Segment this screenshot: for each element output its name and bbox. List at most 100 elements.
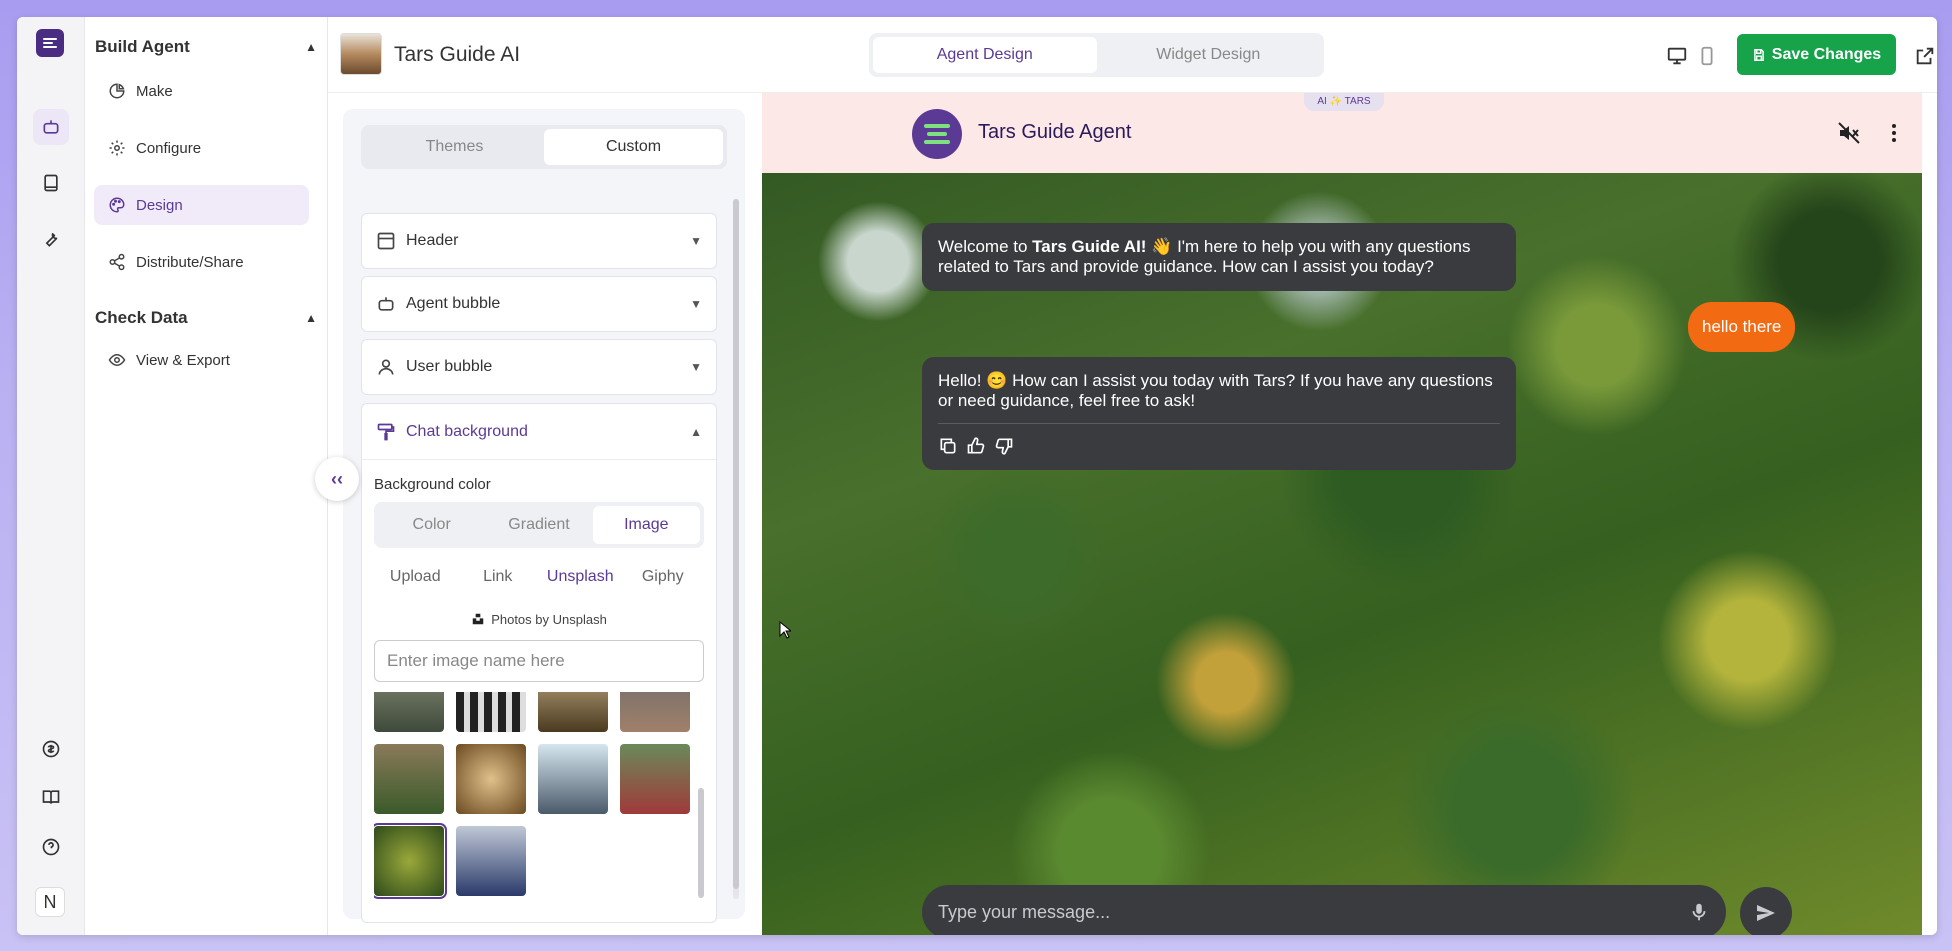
app-window: N Build Agent ▲ Make Configure Design Di…: [17, 17, 1937, 935]
image-thumb[interactable]: [620, 692, 690, 732]
app-logo-icon[interactable]: [36, 29, 64, 57]
bot-avatar-icon: [912, 109, 962, 159]
image-grid: [374, 692, 704, 918]
build-agent-section[interactable]: Build Agent ▲: [95, 34, 317, 60]
background-mode-toggle: Color Gradient Image: [374, 502, 704, 548]
source-upload[interactable]: Upload: [374, 562, 457, 592]
sidebar-item-label: Distribute/Share: [136, 253, 244, 271]
sidebar-item-label: View & Export: [136, 351, 230, 369]
mode-color[interactable]: Color: [378, 506, 485, 544]
user-icon: [378, 359, 394, 375]
credit-text: Photos by Unsplash: [491, 612, 607, 627]
image-thumb[interactable]: [538, 692, 608, 732]
agent-title: Tars Guide AI: [394, 43, 521, 66]
accordion-header[interactable]: Header ▼: [361, 213, 717, 269]
copy-icon[interactable]: [938, 436, 958, 456]
accordion-chat-background-header[interactable]: Chat background ▲: [362, 404, 716, 460]
image-thumb-selected[interactable]: [374, 823, 447, 899]
source-link[interactable]: Link: [457, 562, 540, 592]
mobile-icon[interactable]: [1696, 45, 1718, 67]
agent-thumbnail: [340, 33, 382, 75]
accordion-agent-bubble[interactable]: Agent bubble ▼: [361, 276, 717, 332]
external-link-icon[interactable]: [1914, 45, 1936, 67]
sidebar-item-label: Make: [136, 82, 173, 100]
message-input[interactable]: [938, 901, 1688, 923]
mode-image[interactable]: Image: [592, 506, 700, 544]
message-text: Welcome to: [938, 237, 1033, 256]
desktop-icon[interactable]: [1666, 45, 1688, 67]
sidebar: Build Agent ▲ Make Configure Design Dist…: [85, 17, 328, 935]
message-composer: [922, 885, 1726, 935]
image-thumb[interactable]: [456, 692, 526, 732]
gear-icon: [109, 140, 125, 156]
sidebar-item-configure[interactable]: Configure: [94, 128, 309, 168]
docs-icon[interactable]: [33, 779, 69, 815]
image-thumb[interactable]: [374, 692, 444, 732]
accordion-label: Header: [406, 232, 459, 249]
thumbs-down-icon[interactable]: [994, 436, 1014, 456]
image-search-input[interactable]: [374, 640, 704, 682]
save-icon: [1753, 48, 1764, 61]
chevron-down-icon: ▼: [690, 297, 702, 311]
send-button[interactable]: [1740, 887, 1792, 935]
robot-icon: [378, 297, 394, 311]
mode-gradient[interactable]: Gradient: [485, 506, 592, 544]
double-chevron-left-icon: ‹‹: [331, 468, 343, 489]
billing-icon[interactable]: [33, 731, 69, 767]
tab-agent-design[interactable]: Agent Design: [873, 37, 1097, 73]
chat-header: AI ✨ TARS Tars Guide Agent: [762, 93, 1922, 173]
sidebar-item-label: Design: [136, 196, 183, 214]
bot-name: Tars Guide Agent: [978, 121, 1132, 143]
settings-panel: Themes Custom Header ▼ Agent bubble ▼ Us…: [343, 109, 745, 923]
sidebar-item-make[interactable]: Make: [94, 71, 309, 111]
chevron-down-icon: ▼: [690, 234, 702, 248]
layout-icon: [377, 232, 395, 250]
design-mode-toggle: Agent Design Widget Design: [869, 33, 1324, 77]
section-title: Build Agent: [95, 37, 190, 56]
panel-scrollbar[interactable]: [733, 199, 739, 899]
image-thumb[interactable]: [456, 744, 526, 814]
tab-widget-design[interactable]: Widget Design: [1097, 37, 1321, 73]
image-grid-scrollbar[interactable]: [698, 688, 704, 918]
source-giphy[interactable]: Giphy: [622, 562, 705, 592]
image-thumb[interactable]: [374, 744, 444, 814]
bot-message: Hello! 😊 How can I assist you today with…: [922, 357, 1516, 470]
thumbs-up-icon[interactable]: [966, 436, 986, 456]
wrench-icon[interactable]: [33, 221, 69, 257]
save-changes-button[interactable]: Save Changes: [1737, 34, 1896, 75]
sidebar-item-distribute[interactable]: Distribute/Share: [94, 242, 309, 282]
chevron-up-icon: ▲: [690, 424, 702, 439]
tab-themes[interactable]: Themes: [365, 129, 544, 165]
accordion-user-bubble[interactable]: User bubble ▼: [361, 339, 717, 395]
mouse-cursor-icon: [779, 621, 791, 639]
microphone-icon[interactable]: [1688, 901, 1710, 923]
accordion-label: User bubble: [406, 358, 493, 375]
check-data-section[interactable]: Check Data ▲: [95, 305, 317, 331]
more-vertical-icon[interactable]: [1882, 121, 1906, 145]
image-thumb[interactable]: [456, 826, 526, 896]
eye-icon: [108, 353, 126, 367]
user-message: hello there: [1688, 302, 1796, 352]
collapse-sidebar-button[interactable]: ‹‹: [315, 457, 359, 501]
book-icon[interactable]: [33, 165, 69, 201]
user-avatar[interactable]: N: [35, 887, 65, 917]
section-title: Check Data: [95, 308, 188, 327]
sidebar-item-design[interactable]: Design: [94, 185, 309, 225]
unsplash-icon: [472, 613, 484, 625]
help-icon[interactable]: [33, 829, 69, 865]
message-bold-text: Tars Guide AI!: [1032, 237, 1147, 256]
chevron-down-icon: ▼: [690, 360, 702, 374]
palette-icon: [109, 197, 125, 213]
tab-custom[interactable]: Custom: [544, 129, 723, 165]
bot-message: Welcome to Tars Guide AI! 👋 I'm here to …: [922, 223, 1516, 291]
mute-icon[interactable]: [1837, 121, 1861, 145]
unsplash-credit: Photos by Unsplash: [362, 612, 716, 627]
save-label: Save Changes: [1771, 45, 1882, 63]
sidebar-item-view-export[interactable]: View & Export: [94, 340, 309, 380]
share-icon: [109, 253, 125, 271]
send-icon: [1757, 905, 1775, 921]
image-thumb[interactable]: [538, 744, 608, 814]
source-unsplash[interactable]: Unsplash: [539, 562, 622, 592]
robot-icon[interactable]: [33, 109, 69, 145]
image-thumb[interactable]: [620, 744, 690, 814]
